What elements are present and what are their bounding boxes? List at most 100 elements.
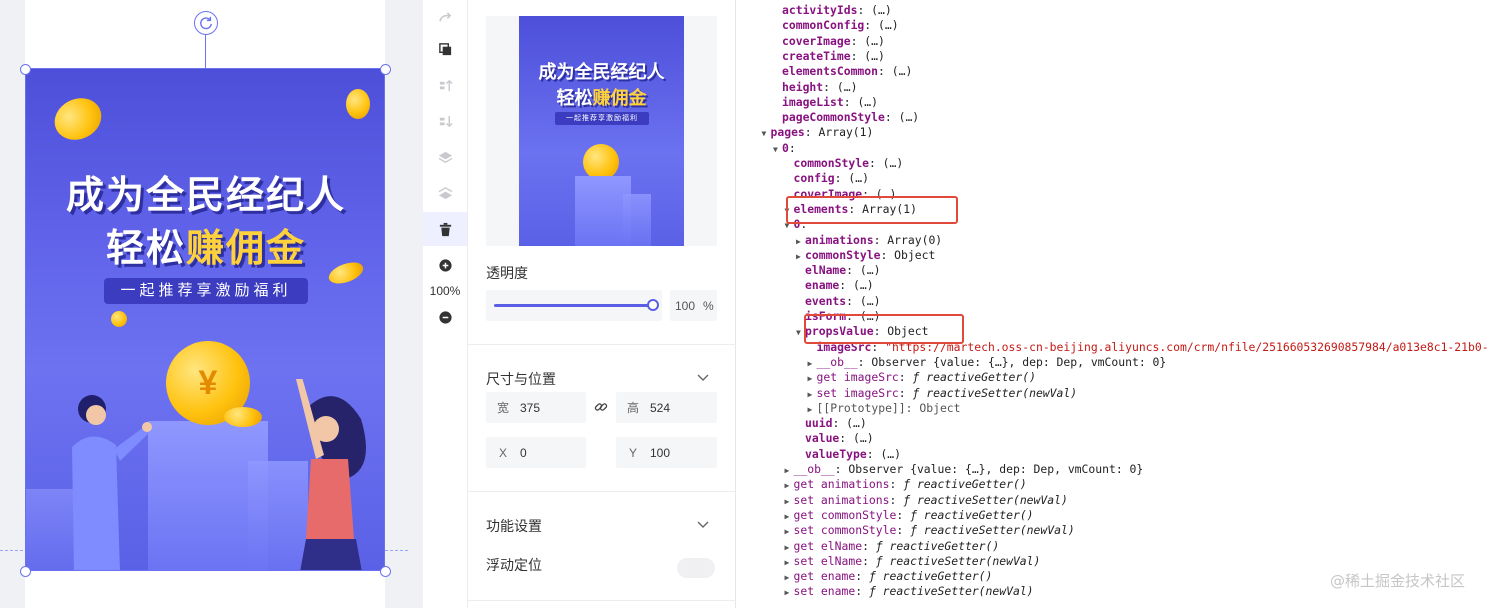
property-key: events	[805, 293, 847, 308]
collapsed-triangle-icon[interactable]: ▶	[785, 524, 794, 539]
collapsed-triangle-icon[interactable]: ▶	[785, 463, 794, 478]
resize-handle-top-right[interactable]	[380, 64, 391, 75]
collapsed-triangle-icon[interactable]: ▶	[785, 509, 794, 524]
function-settings-title: 功能设置	[486, 518, 542, 534]
devtools-line: elName: (…)	[805, 263, 881, 278]
devtools-line[interactable]: ▶ commonStyle: Object	[796, 248, 935, 263]
size-position-title: 尺寸与位置	[486, 371, 556, 387]
resize-handle-top-left[interactable]	[20, 64, 31, 75]
property-key: elName	[805, 263, 847, 278]
rotate-handle-icon[interactable]	[194, 11, 218, 35]
zoom-out-icon[interactable]	[423, 300, 467, 334]
property-value: (…)	[846, 278, 874, 293]
layer-up-icon[interactable]	[423, 140, 467, 174]
collapsed-triangle-icon[interactable]: ▶	[796, 234, 805, 249]
opacity-unit: %	[703, 298, 714, 313]
resize-handle-bottom-left[interactable]	[20, 566, 31, 577]
resize-handle-bottom-right[interactable]	[380, 566, 391, 577]
function-value: ƒ reactiveGetter()	[862, 569, 993, 584]
man-illustration	[72, 395, 152, 570]
collapsed-triangle-icon[interactable]: ▶	[796, 249, 805, 264]
poster-image[interactable]: 成为全民经纪人 轻松赚佣金 一起推荐享激励福利 ¥	[25, 68, 385, 571]
highlight-elements	[786, 196, 958, 224]
collapsed-triangle-icon[interactable]: ▶	[808, 371, 817, 386]
collapsed-triangle-icon[interactable]: ▶	[785, 478, 794, 493]
devtools-line[interactable]: ▶ set elName: ƒ reactiveSetter(newVal)	[785, 554, 1041, 569]
collapsed-triangle-icon[interactable]: ▶	[808, 387, 817, 402]
accessor-key: get imageSrc	[816, 370, 899, 385]
copy-icon[interactable]	[423, 32, 467, 66]
collapsed-triangle-icon[interactable]: ▶	[785, 494, 794, 509]
move-down-icon[interactable]	[423, 104, 467, 138]
float-position-label: 浮动定位	[486, 557, 542, 573]
function-value: ƒ reactiveSetter(newVal)	[905, 385, 1078, 400]
devtools-line: commonStyle: (…)	[793, 156, 904, 170]
delete-icon[interactable]	[423, 212, 467, 246]
opacity-slider[interactable]	[486, 290, 662, 321]
height-field[interactable]: 高 524	[616, 392, 717, 423]
chevron-down-icon[interactable]	[696, 517, 710, 531]
link-icon[interactable]	[594, 400, 608, 414]
devtools-line: coverImage: (…)	[782, 33, 885, 48]
devtools-line[interactable]: ▶ animations: Array(0)	[796, 233, 942, 248]
collapsed-triangle-icon[interactable]: ▶	[785, 570, 794, 585]
collapsed-triangle-icon[interactable]: ▶	[808, 402, 817, 417]
devtools-line[interactable]: ▶ get animations: ƒ reactiveGetter()	[785, 477, 1027, 492]
property-value: Array(1)	[811, 125, 874, 140]
collapsed-triangle-icon[interactable]: ▶	[785, 540, 794, 555]
devtools-line[interactable]: ▶ set imageSrc: ƒ reactiveSetter(newVal)	[808, 386, 1078, 401]
flying-coin	[47, 90, 109, 148]
devtools-object-inspector: activityIds: (…) commonConfig: (…) coverIm…	[737, 0, 1512, 608]
devtools-line[interactable]: ▶ set commonStyle: ƒ reactiveSetter(newVa…	[785, 523, 1075, 538]
woman-illustration	[296, 379, 366, 570]
property-value: (…)	[875, 156, 904, 170]
expanded-triangle-icon[interactable]: ▼	[773, 142, 782, 157]
poster-thumbnail: 成为全民经纪人 轻松赚佣金 一起推荐享激励福利	[519, 16, 684, 246]
opacity-value: 100	[675, 298, 696, 313]
property-value: (…)	[891, 110, 920, 125]
devtools-line[interactable]: ▼ 0:	[773, 141, 796, 156]
property-key: createTime	[782, 48, 851, 63]
zoom-level: 100%	[429, 284, 461, 298]
vertical-toolbar: 100%	[423, 0, 468, 608]
opacity-value-input[interactable]: 100 %	[670, 290, 717, 321]
float-position-toggle[interactable]	[677, 558, 715, 578]
height-label: 高	[626, 401, 639, 415]
x-field[interactable]: X 0	[486, 437, 586, 468]
redo-icon[interactable]	[423, 0, 467, 34]
expanded-triangle-icon[interactable]: ▼	[762, 126, 771, 141]
devtools-line[interactable]: ▼ pages: Array(1)	[762, 125, 874, 140]
image-preview[interactable]: 成为全民经纪人 轻松赚佣金 一起推荐享激励福利	[486, 16, 717, 246]
collapsed-triangle-icon[interactable]: ▶	[785, 555, 794, 570]
devtools-line[interactable]: ▶ get imageSrc: ƒ reactiveGetter()	[808, 370, 1036, 385]
editor-canvas[interactable]: 成为全民经纪人 轻松赚佣金 一起推荐享激励福利 ¥	[0, 0, 423, 608]
collapsed-triangle-icon[interactable]: ▶	[808, 356, 817, 371]
devtools-line[interactable]: ▶ get ename: ƒ reactiveGetter()	[785, 569, 993, 584]
devtools-line[interactable]: ▶ get commonStyle: ƒ reactiveGetter()	[785, 508, 1034, 523]
thumbnail-coin-icon	[583, 144, 619, 180]
property-value: Array(0)	[880, 232, 943, 247]
devtools-line[interactable]: ▶ set ename: ƒ reactiveSetter(newVal)	[785, 584, 1034, 599]
layer-down-icon[interactable]	[423, 176, 467, 210]
devtools-line[interactable]: ▶ get elName: ƒ reactiveGetter()	[785, 539, 1000, 554]
rotate-line	[205, 34, 206, 70]
y-value: 100	[650, 445, 671, 460]
collapsed-triangle-icon[interactable]: ▶	[785, 585, 794, 600]
y-field[interactable]: Y 100	[616, 437, 717, 468]
width-field[interactable]: 宽 375	[486, 392, 586, 423]
slider-knob[interactable]	[647, 299, 659, 311]
zoom-in-icon[interactable]	[423, 248, 467, 282]
move-up-icon[interactable]	[423, 68, 467, 102]
accessor-key: set elName	[793, 553, 863, 568]
devtools-line[interactable]: ▶ set animations: ƒ reactiveSetter(newVal…	[785, 493, 1068, 508]
function-value: ƒ reactiveSetter(newVal)	[896, 492, 1068, 507]
function-value: ƒ reactiveGetter()	[868, 538, 1000, 553]
devtools-line: ename: (…)	[805, 278, 874, 293]
devtools-line[interactable]: ▶ __ob__: Observer {value: {…}, dep: Dep,…	[785, 462, 1144, 477]
property-key: activityIds	[782, 3, 858, 17]
devtools-line[interactable]: ▶ __ob__: Observer {value: {…}, dep: Dep,…	[808, 355, 1167, 370]
devtools-line: height: (…)	[782, 79, 858, 94]
devtools-line[interactable]: ▶ [[Prototype]]: Object	[808, 401, 961, 416]
chevron-down-icon[interactable]	[696, 370, 710, 384]
watermark: @稀土掘金技术社区	[1330, 572, 1466, 590]
